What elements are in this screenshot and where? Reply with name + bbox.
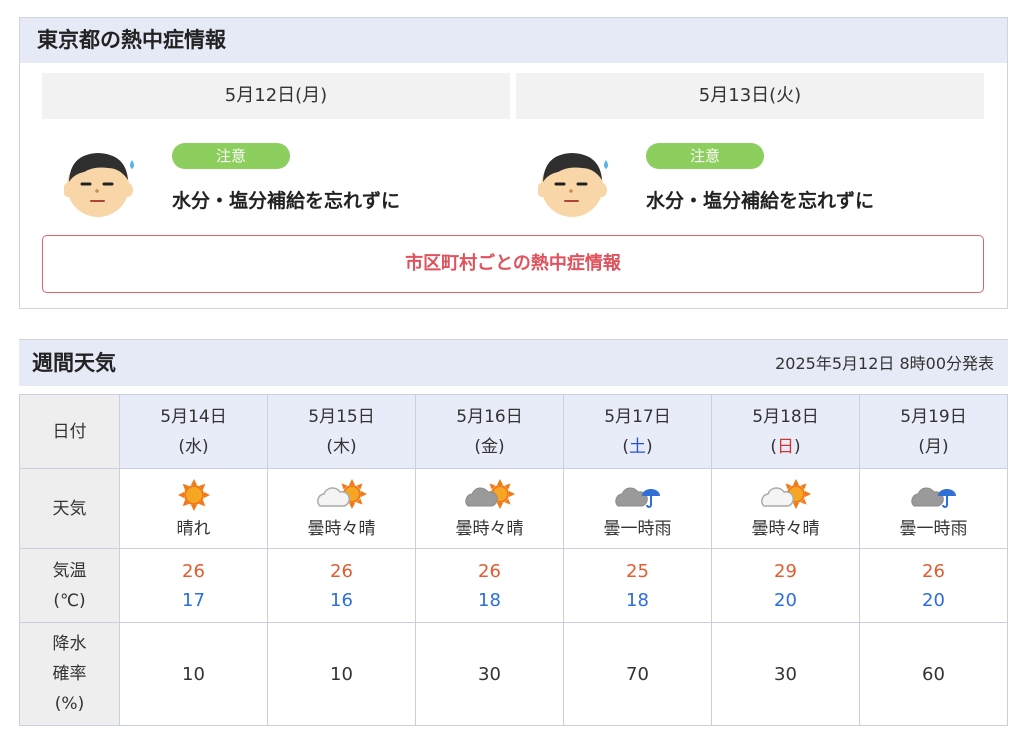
cloud-sun-icon	[316, 479, 367, 509]
temperature-row: 気温 (℃) 26 17 26 16 26 18 25 18 29 20 26 20	[19, 548, 1008, 623]
cloud-umbrella-icon	[614, 487, 660, 508]
dark-cloud-sun-icon	[464, 479, 515, 509]
city-heat-info-link[interactable]: 市区町村ごとの熱中症情報	[42, 235, 984, 293]
weather-label: 曇一時雨	[899, 519, 968, 539]
weekday: 木	[333, 436, 350, 457]
precipitation-cell: 10	[119, 622, 268, 726]
temperature-cell: 25 18	[563, 548, 712, 623]
row-label-pop-line3: (%)	[54, 694, 85, 714]
weather-cell: 曇一時雨	[859, 468, 1008, 549]
weather-cell: 曇時々晴	[415, 468, 564, 549]
min-temp: 20	[774, 589, 797, 611]
row-label-temp-line1: 気温	[52, 560, 87, 581]
date-text: 5月14日	[160, 406, 227, 427]
precipitation-cell: 60	[859, 622, 1008, 726]
heat-level-badge: 注意	[172, 143, 290, 169]
weekday: 水	[185, 436, 202, 457]
row-label-temp-line2: (℃)	[53, 590, 86, 611]
precipitation-cell: 30	[711, 622, 860, 726]
date-cell: 5月15日 (木)	[267, 394, 416, 469]
weather-cell: 曇時々晴	[267, 468, 416, 549]
max-temp: 25	[626, 560, 649, 582]
date-cell: 5月16日 (金)	[415, 394, 564, 469]
precipitation-cell: 10	[267, 622, 416, 726]
weather-label: 晴れ	[176, 519, 211, 539]
weather-cell: 曇一時雨	[563, 468, 712, 549]
weather-cell: 晴れ	[119, 468, 268, 549]
heat-info-panel: 東京都の熱中症情報 5月12日(月) 5月13日(火) 注意 水分・塩分補給を忘…	[19, 17, 1008, 309]
sweating-face-icon	[538, 153, 608, 217]
date-text: 5月17日	[604, 406, 671, 427]
heat-day-tab-1: 5月12日(月)	[42, 73, 510, 119]
precipitation-row: 降水確率 (%) 10 10 30 70 30 60	[19, 622, 1008, 726]
temperature-cell: 26 18	[415, 548, 564, 623]
precipitation-cell: 70	[563, 622, 712, 726]
weather-label: 曇時々晴	[307, 519, 376, 539]
min-temp: 18	[478, 589, 501, 611]
min-temp: 16	[330, 589, 353, 611]
min-temp: 20	[922, 589, 945, 611]
date-row: 日付 5月14日 (水) 5月15日 (木) 5月16日 (金) 5月17日 (土) 5…	[19, 394, 1008, 469]
row-label-temperature: 気温 (℃)	[19, 548, 120, 623]
max-temp: 26	[330, 560, 353, 582]
heat-level-badge: 注意	[646, 143, 764, 169]
issued-timestamp: 2025年5月12日 8時00分発表	[775, 354, 994, 373]
date-cell: 5月18日 (日)	[711, 394, 860, 469]
row-label-date: 日付	[19, 394, 120, 469]
date-text: 5月19日	[900, 406, 967, 427]
row-label-pop-line1: 降水	[52, 634, 87, 654]
max-temp: 26	[182, 560, 205, 582]
date-text: 5月15日	[308, 406, 375, 427]
precipitation-cell: 30	[415, 622, 564, 726]
date-text: 5月16日	[456, 406, 523, 427]
weekday-saturday: 土	[629, 436, 646, 457]
row-label-pop-line2: 確率	[52, 664, 87, 684]
weekday: 金	[481, 436, 498, 457]
weather-label: 曇時々晴	[751, 519, 820, 539]
weather-label: 曇一時雨	[603, 519, 672, 539]
row-label-weather: 天気	[19, 468, 120, 549]
cloud-umbrella-icon	[910, 487, 956, 508]
weekday-sunday: 日	[777, 436, 794, 457]
date-cell: 5月17日 (土)	[563, 394, 712, 469]
heat-day-2: 注意 水分・塩分補給を忘れずに	[538, 136, 978, 226]
heat-advice-text: 水分・塩分補給を忘れずに	[172, 190, 401, 212]
temperature-cell: 26 17	[119, 548, 268, 623]
max-temp: 26	[478, 560, 501, 582]
heat-day-1: 注意 水分・塩分補給を忘れずに	[64, 136, 504, 226]
weather-cell: 曇時々晴	[711, 468, 860, 549]
date-cell: 5月19日 (月)	[859, 394, 1008, 469]
heat-advice-text: 水分・塩分補給を忘れずに	[646, 190, 875, 212]
weather-row: 天気 晴れ 曇時々晴 曇時々晴 曇一時雨 曇時々晴 曇一時雨	[19, 468, 1008, 549]
date-text: 5月18日	[752, 406, 819, 427]
weekly-weather-header: 週間天気 2025年5月12日 8時00分発表	[19, 339, 1008, 386]
temperature-cell: 26 20	[859, 548, 1008, 623]
weekly-weather-table: 日付 5月14日 (水) 5月15日 (木) 5月16日 (金) 5月17日 (土) 5…	[19, 394, 1008, 726]
cloud-sun-icon	[760, 479, 811, 509]
weekly-weather-title: 週間天気	[32, 351, 116, 375]
max-temp: 29	[774, 560, 797, 582]
weather-label: 曇時々晴	[455, 519, 524, 539]
min-temp: 17	[182, 589, 205, 611]
sun-icon	[177, 479, 210, 511]
max-temp: 26	[922, 560, 945, 582]
min-temp: 18	[626, 589, 649, 611]
date-cell: 5月14日 (水)	[119, 394, 268, 469]
weekday: 月	[925, 436, 942, 457]
temperature-cell: 26 16	[267, 548, 416, 623]
row-label-precipitation: 降水確率 (%)	[19, 622, 120, 726]
temperature-cell: 29 20	[711, 548, 860, 623]
heat-day-tab-2: 5月13日(火)	[516, 73, 984, 119]
heat-info-title: 東京都の熱中症情報	[20, 18, 1007, 63]
sweating-face-icon	[64, 153, 134, 217]
